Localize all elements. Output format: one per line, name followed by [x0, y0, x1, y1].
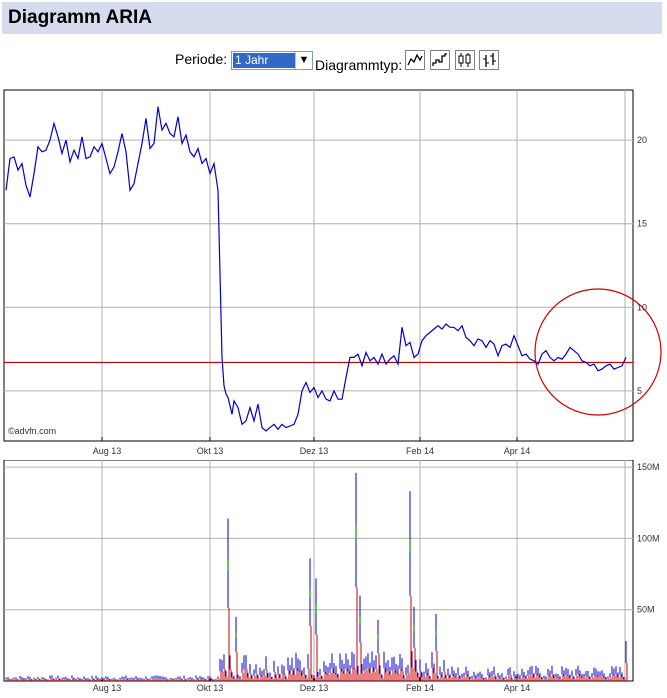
x-tick-label: Feb 14 [406, 683, 434, 693]
x-tick-label: Apr 14 [504, 446, 531, 456]
x-tick-label: Okt 13 [197, 683, 224, 693]
y-tick-label: 50M [637, 605, 655, 615]
x-tick-label: Okt 13 [197, 446, 224, 456]
mountain-chart-button[interactable] [430, 50, 450, 70]
volume-chart: 50M 100M 150M Aug 13 Okt 13 Dez 13 Feb 14 Apr … [3, 460, 660, 693]
period-select[interactable]: 1 Jahr ▼ [231, 51, 313, 70]
y-tick-label: 5 [637, 386, 642, 396]
chart-type-label: Diagrammtyp: [315, 57, 403, 73]
volume-plot-area [3, 460, 634, 682]
x-tick-label: Dez 13 [300, 683, 329, 693]
price-y-axis: 5101520 [637, 135, 647, 396]
ohlc-bar-chart-icon [483, 53, 496, 67]
y-tick-label: 20 [637, 135, 647, 145]
line-chart-button[interactable] [405, 50, 425, 70]
period-label: Periode: [175, 51, 228, 67]
chart-controls: Periode: 1 Jahr ▼ Diagrammtyp: [0, 50, 667, 76]
title-bar: Diagramm ARIA [2, 2, 662, 34]
mountain-chart-icon [432, 53, 447, 66]
period-select-value: 1 Jahr [233, 53, 295, 68]
x-tick-label: Feb 14 [406, 446, 434, 456]
x-tick-label: Dez 13 [300, 446, 329, 456]
y-tick-label: 150M [637, 462, 660, 472]
price-plot-area [3, 89, 634, 442]
line-chart-icon [407, 53, 423, 66]
y-tick-label: 15 [637, 219, 647, 229]
x-tick-label: Aug 13 [93, 683, 122, 693]
x-tick-label: Aug 13 [93, 446, 122, 456]
ohlc-bar-chart-button[interactable] [479, 50, 499, 70]
volume-y-axis: 50M 100M 150M [637, 462, 660, 615]
price-chart: 5101520 ©advfn.com Aug 13 Okt 13 Dez 13 Feb… [3, 89, 662, 456]
candlestick-chart-icon [458, 53, 471, 67]
y-tick-label: 100M [637, 533, 660, 543]
watermark: ©advfn.com [8, 426, 56, 436]
candlestick-chart-button[interactable] [455, 50, 475, 70]
chevron-down-icon[interactable]: ▼ [295, 52, 312, 69]
x-tick-label: Apr 14 [504, 683, 531, 693]
page-title: Diagramm ARIA [8, 7, 152, 28]
